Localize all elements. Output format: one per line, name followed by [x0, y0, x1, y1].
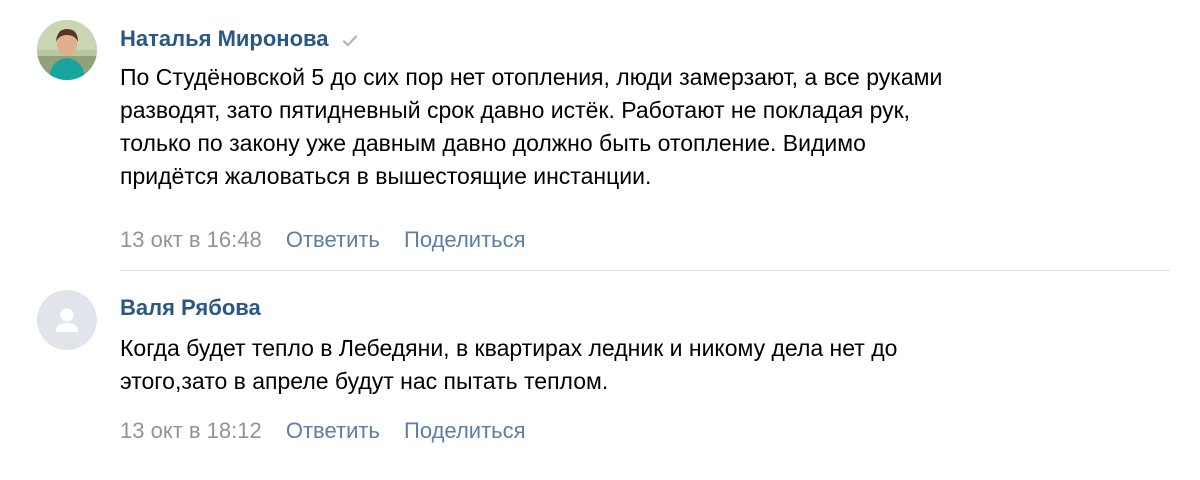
- comment-author[interactable]: Валя Рябова: [120, 295, 261, 321]
- reply-button[interactable]: Ответить: [286, 418, 380, 443]
- default-user-avatar[interactable]: [37, 290, 97, 350]
- comment-divider: [120, 270, 1170, 271]
- author-name[interactable]: Наталья Миронова: [120, 26, 329, 52]
- comment-text-line: По Студёновской 5 до сих пор нет отоплен…: [120, 64, 943, 90]
- share-button[interactable]: Поделиться: [404, 418, 525, 443]
- comment-text-line: Когда будет тепло в Лебедяни, в квартира…: [120, 335, 898, 361]
- comment-date[interactable]: 13 окт в 16:48: [120, 227, 262, 252]
- comment-text: Когда будет тепло в Лебедяни, в квартира…: [120, 332, 1180, 398]
- comment-author[interactable]: Наталья Миронова: [120, 26, 359, 52]
- comment-meta: 13 окт в 16:48 Ответить Поделиться: [120, 227, 526, 253]
- comment-text: По Студёновской 5 до сих пор нет отоплен…: [120, 61, 1180, 193]
- author-name[interactable]: Валя Рябова: [120, 295, 261, 321]
- comment-meta: 13 окт в 18:12 Ответить Поделиться: [120, 418, 526, 444]
- checkmark-icon: [341, 30, 359, 48]
- comment-text-line: придётся жаловаться в вышестоящие инстан…: [120, 163, 652, 189]
- comment-text-line: этого,зато в апреле будут нас пытать теп…: [120, 368, 609, 394]
- comment-date[interactable]: 13 окт в 18:12: [120, 418, 262, 443]
- share-button[interactable]: Поделиться: [404, 227, 525, 252]
- comment-text-line: разводят, зато пятидневный срок давно ис…: [120, 97, 911, 123]
- comment-text-line: только по закону уже давным давно должно…: [120, 130, 866, 156]
- user-photo-avatar[interactable]: [37, 20, 97, 80]
- reply-button[interactable]: Ответить: [286, 227, 380, 252]
